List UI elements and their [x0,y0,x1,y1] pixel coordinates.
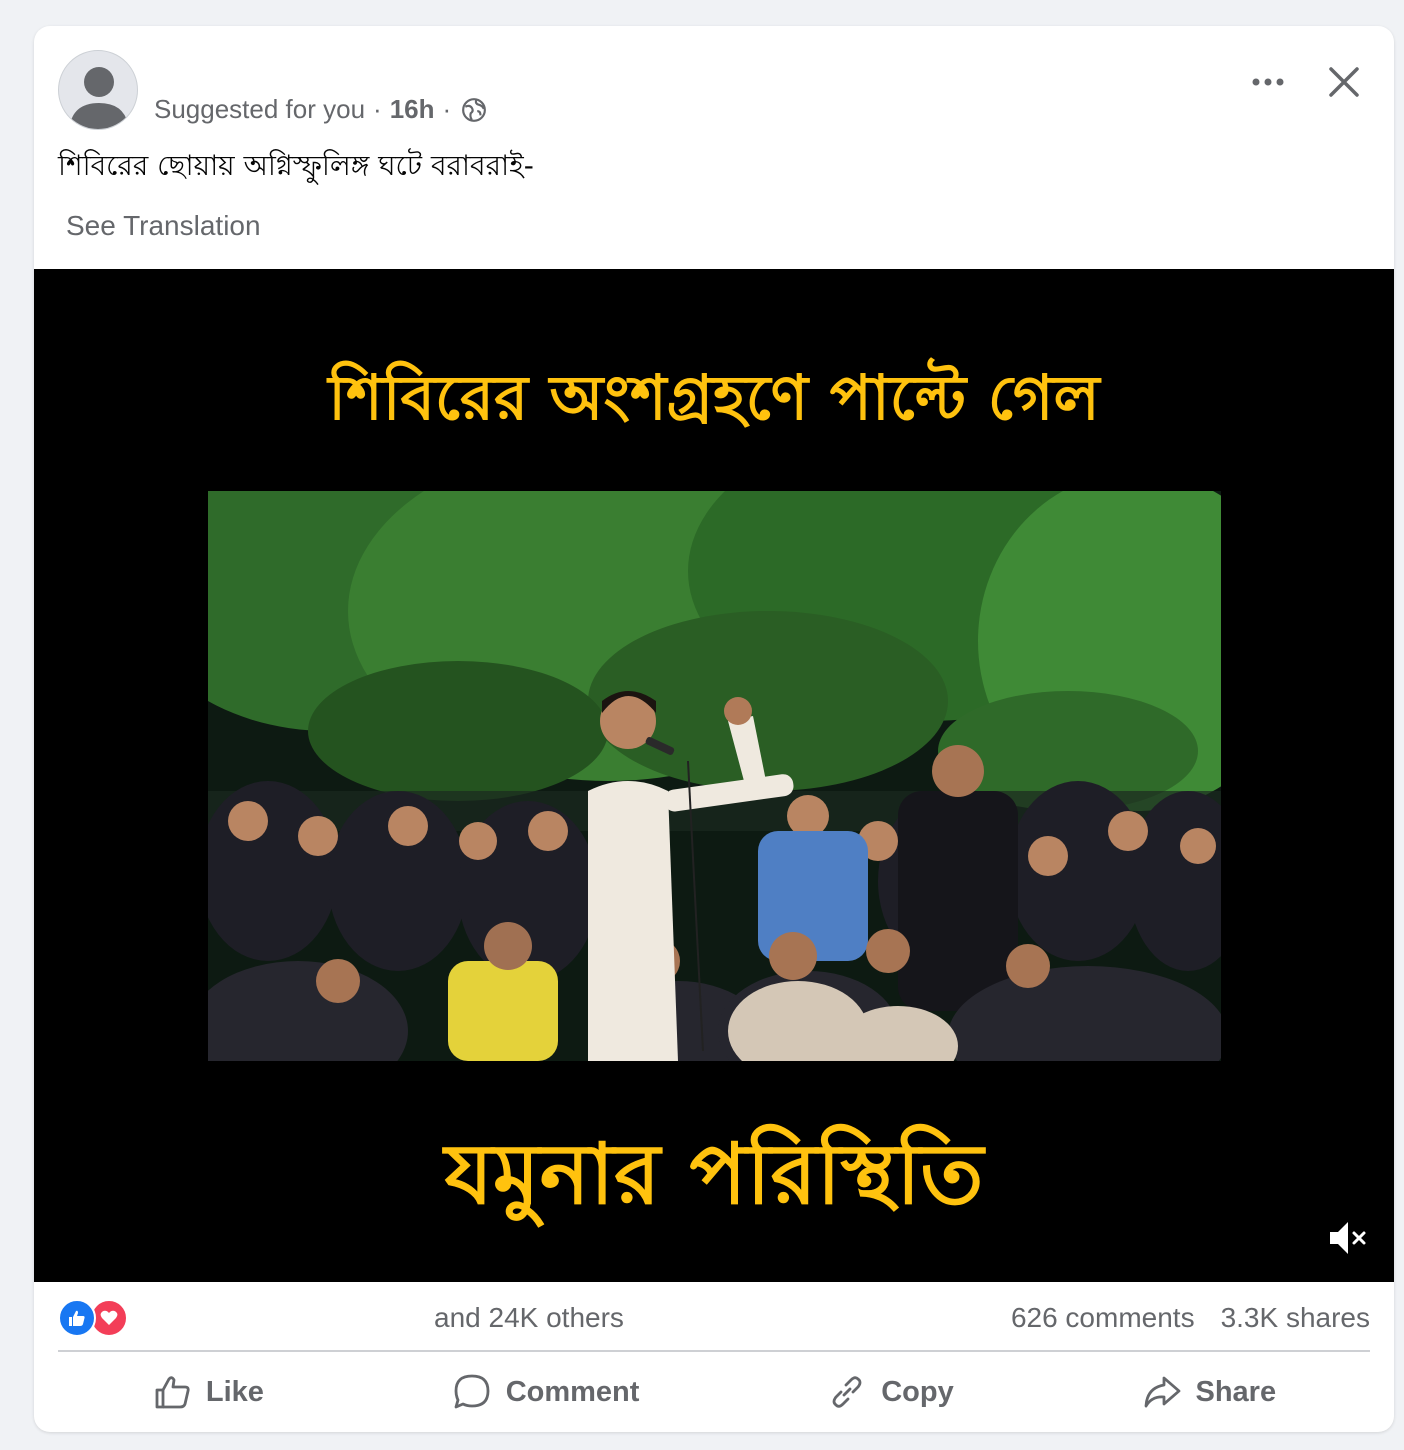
video-frame-image [208,491,1221,1061]
link-icon [832,1376,862,1408]
suggested-label: Suggested for you [154,94,366,124]
like-reaction-icon [58,1299,96,1337]
see-translation-link[interactable]: See Translation [66,210,261,242]
video-headline-top: শিবিরের অংশগ্রহণে পাল্টে গেল [328,361,1100,434]
share-arrow-icon [1144,1376,1180,1408]
post-time[interactable]: 16h [390,94,435,125]
post-caption: শিবিরের ছোয়ায় অগ্নিস্ফুলিঙ্গ ঘটে বরাবর… [58,149,534,182]
globe-icon [461,97,487,123]
hide-post-button[interactable] [1324,62,1364,102]
thumbs-up-icon [155,1376,190,1409]
post-meta: Suggested for you · 16h · [154,94,487,125]
more-dots-icon [1252,78,1284,86]
default-avatar-icon [69,67,129,129]
more-options-button[interactable] [1248,62,1288,102]
comments-count[interactable]: 626 comments [1011,1302,1195,1334]
close-icon [1329,67,1359,97]
post-action-bar: Like Comment Copy Share [58,1360,1370,1424]
reaction-icons[interactable] [58,1299,128,1337]
meta-separator: · [373,94,382,124]
post-card: Suggested for you · 16h · শিবিরের ছোয়ায… [34,26,1394,1432]
share-button[interactable]: Share [1122,1366,1297,1418]
like-label: Like [205,1375,264,1408]
meta-separator: · [442,94,452,124]
volume-muted-icon[interactable] [1326,1216,1370,1260]
comment-bubble-icon [454,1374,490,1409]
video-headline-bottom: যমুনার পরিস্থিতি [444,1125,984,1223]
video-player[interactable]: শিবিরের অংশগ্রহণে পাল্টে গেল যমুনার পরিস… [34,269,1394,1282]
share-label: Share [1195,1375,1277,1408]
like-button[interactable]: Like [132,1366,284,1418]
comment-button[interactable]: Comment [432,1366,660,1418]
avatar[interactable] [58,50,138,130]
copy-button[interactable]: Copy [807,1366,974,1418]
divider [58,1350,1370,1352]
post-stats: and 24K others 626 comments 3.3K shares [58,1294,1370,1342]
copy-label: Copy [881,1375,954,1408]
comment-label: Comment [505,1375,640,1408]
post-top-actions [1248,62,1364,102]
reaction-count[interactable]: and 24K others [434,1302,624,1334]
shares-count[interactable]: 3.3K shares [1221,1302,1370,1334]
